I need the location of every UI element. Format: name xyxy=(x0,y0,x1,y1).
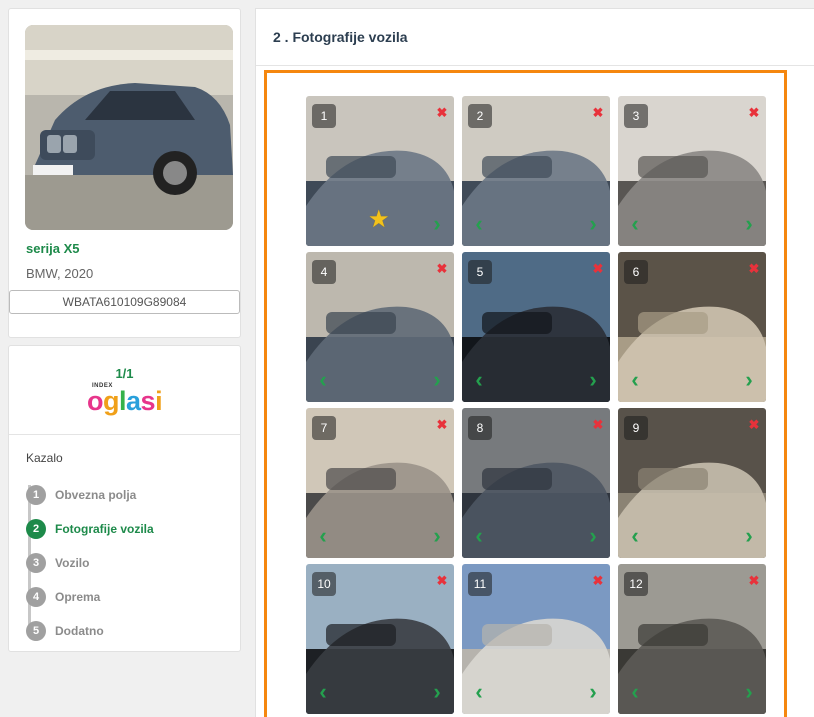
toc-item-5[interactable]: 5 Dodatno xyxy=(26,614,154,648)
delete-photo-icon[interactable]: ✖ xyxy=(747,262,761,276)
move-photo-right-icon[interactable]: › xyxy=(584,681,602,704)
move-photo-left-icon[interactable]: ‹ xyxy=(314,525,332,548)
toc-step-number: 4 xyxy=(26,587,46,607)
photo-number: 3 xyxy=(624,104,648,128)
move-photo-right-icon[interactable]: › xyxy=(584,525,602,548)
toc-heading: Kazalo xyxy=(26,451,63,465)
photo-number: 1 xyxy=(312,104,336,128)
delete-photo-icon[interactable]: ✖ xyxy=(591,574,605,588)
delete-photo-icon[interactable]: ✖ xyxy=(435,574,449,588)
index-oglasi-logo: INDEX oglasi xyxy=(87,383,163,416)
move-photo-right-icon[interactable]: › xyxy=(428,213,446,236)
section-title: 2 . Fotografije vozila xyxy=(273,29,408,45)
photo-number: 12 xyxy=(624,572,648,596)
move-photo-right-icon[interactable]: › xyxy=(740,525,758,548)
move-photo-right-icon[interactable]: › xyxy=(584,369,602,392)
vehicle-make-year: BMW, 2020 xyxy=(26,266,94,281)
toc-list: 1 Obvezna polja 2 Fotografije vozila 3 Vozilo… xyxy=(26,478,154,648)
toc-item-3[interactable]: 3 Vozilo xyxy=(26,546,154,580)
toc-step-number: 5 xyxy=(26,621,46,641)
delete-photo-icon[interactable]: ✖ xyxy=(747,418,761,432)
nav-divider xyxy=(9,434,240,435)
toc-item-1[interactable]: 1 Obvezna polja xyxy=(26,478,154,512)
toc-item-label: Fotografije vozila xyxy=(55,522,154,536)
photo-tile[interactable]: 5 ✖ ‹ › xyxy=(462,252,610,402)
vehicle-summary-card: serija X5 BMW, 2020 WBATA610109G89084 xyxy=(8,8,241,338)
main-photo-star-icon: ★ xyxy=(368,206,390,233)
move-photo-left-icon[interactable]: ‹ xyxy=(470,213,488,236)
delete-photo-icon[interactable]: ✖ xyxy=(747,574,761,588)
move-photo-right-icon[interactable]: › xyxy=(584,213,602,236)
photo-tile[interactable]: 3 ✖ ‹ › xyxy=(618,96,766,246)
photos-panel: 2 . Fotografije vozila 1 ✖ › ★ 2 ✖ ‹ › 3 ✖ ‹ › 4 ✖ ‹ › 5… xyxy=(255,8,814,717)
delete-photo-icon[interactable]: ✖ xyxy=(435,418,449,432)
move-photo-left-icon[interactable]: ‹ xyxy=(470,369,488,392)
delete-photo-icon[interactable]: ✖ xyxy=(591,106,605,120)
section-divider xyxy=(256,65,814,66)
photo-number: 4 xyxy=(312,260,336,284)
delete-photo-icon[interactable]: ✖ xyxy=(435,106,449,120)
delete-photo-icon[interactable]: ✖ xyxy=(591,262,605,276)
move-photo-right-icon[interactable]: › xyxy=(740,681,758,704)
toc-item-label: Dodatno xyxy=(55,624,104,638)
vehicle-title: serija X5 xyxy=(26,241,80,256)
vin-field[interactable]: WBATA610109G89084 xyxy=(9,290,240,314)
photo-grid: 1 ✖ › ★ 2 ✖ ‹ › 3 ✖ ‹ › 4 ✖ ‹ › 5 ✖ ‹ › 6 ✖ ‹ › 7 ✖ ‹ › 8 ✖ ‹ › 9 ✖ ‹ › 10 ✖ ‹… xyxy=(264,70,787,717)
photo-tile[interactable]: 7 ✖ ‹ › xyxy=(306,408,454,558)
toc-step-number: 3 xyxy=(26,553,46,573)
delete-photo-icon[interactable]: ✖ xyxy=(747,106,761,120)
toc-step-number: 1 xyxy=(26,485,46,505)
move-photo-left-icon[interactable]: ‹ xyxy=(626,369,644,392)
move-photo-left-icon[interactable]: ‹ xyxy=(314,369,332,392)
move-photo-left-icon[interactable]: ‹ xyxy=(470,525,488,548)
photo-tile[interactable]: 9 ✖ ‹ › xyxy=(618,408,766,558)
photo-number: 7 xyxy=(312,416,336,440)
toc-item-label: Obvezna polja xyxy=(55,488,137,502)
photo-tile[interactable]: 11 ✖ ‹ › xyxy=(462,564,610,714)
photo-tile[interactable]: 1 ✖ › ★ xyxy=(306,96,454,246)
photo-number: 5 xyxy=(468,260,492,284)
move-photo-right-icon[interactable]: › xyxy=(740,369,758,392)
move-photo-left-icon[interactable]: ‹ xyxy=(626,525,644,548)
photo-tile[interactable]: 2 ✖ ‹ › xyxy=(462,96,610,246)
photo-number: 2 xyxy=(468,104,492,128)
photo-tile[interactable]: 12 ✖ ‹ › xyxy=(618,564,766,714)
photo-number: 6 xyxy=(624,260,648,284)
move-photo-left-icon[interactable]: ‹ xyxy=(470,681,488,704)
move-photo-right-icon[interactable]: › xyxy=(428,681,446,704)
photo-tile[interactable]: 8 ✖ ‹ › xyxy=(462,408,610,558)
toc-item-4[interactable]: 4 Oprema xyxy=(26,580,154,614)
photo-number: 10 xyxy=(312,572,336,596)
toc-item-label: Vozilo xyxy=(55,556,90,570)
ad-counter: 1/1 xyxy=(115,366,134,381)
move-photo-right-icon[interactable]: › xyxy=(740,213,758,236)
photo-number: 8 xyxy=(468,416,492,440)
move-photo-right-icon[interactable]: › xyxy=(428,369,446,392)
toc-step-number: 2 xyxy=(26,519,46,539)
photo-number: 9 xyxy=(624,416,648,440)
vehicle-thumbnail[interactable] xyxy=(25,25,233,230)
move-photo-left-icon[interactable]: ‹ xyxy=(626,213,644,236)
ad-navigation-card: 1/1 INDEX oglasi Kazalo 1 Obvezna polja 2 F… xyxy=(8,345,241,652)
toc-item-2[interactable]: 2 Fotografije vozila xyxy=(26,512,154,546)
photo-tile[interactable]: 4 ✖ ‹ › xyxy=(306,252,454,402)
photo-number: 11 xyxy=(468,572,492,596)
move-photo-right-icon[interactable]: › xyxy=(428,525,446,548)
toc-item-label: Oprema xyxy=(55,590,101,604)
delete-photo-icon[interactable]: ✖ xyxy=(591,418,605,432)
delete-photo-icon[interactable]: ✖ xyxy=(435,262,449,276)
photo-tile[interactable]: 6 ✖ ‹ › xyxy=(618,252,766,402)
photo-tile[interactable]: 10 ✖ ‹ › xyxy=(306,564,454,714)
move-photo-left-icon[interactable]: ‹ xyxy=(626,681,644,704)
move-photo-left-icon[interactable]: ‹ xyxy=(314,681,332,704)
